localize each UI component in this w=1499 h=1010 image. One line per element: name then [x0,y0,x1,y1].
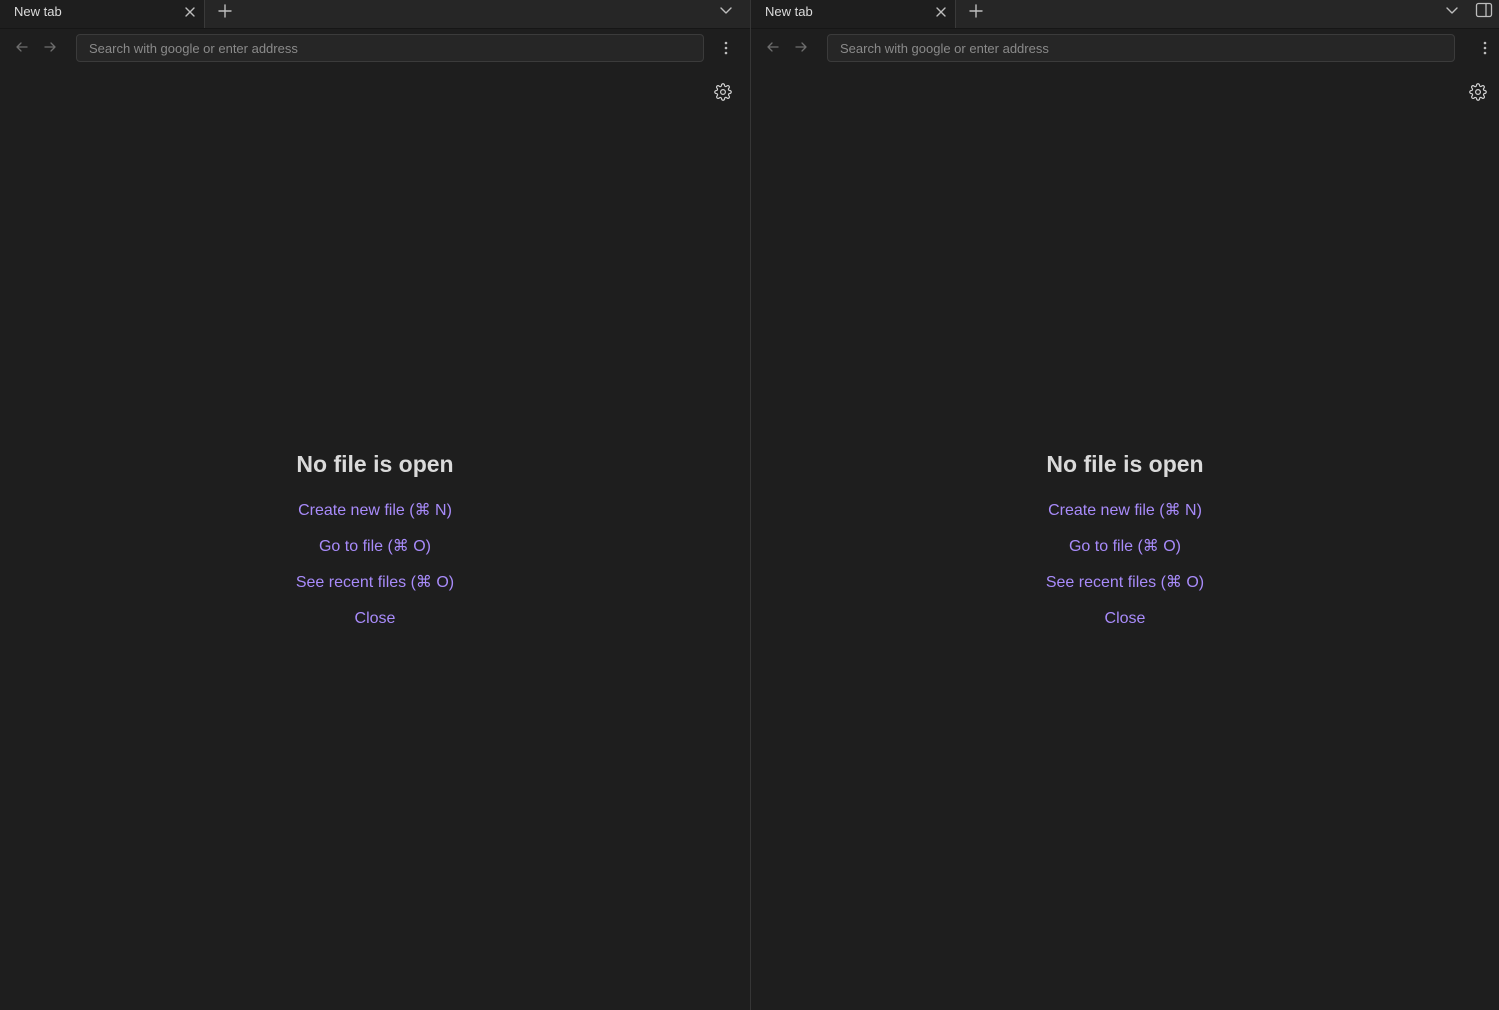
create-new-file-link[interactable]: Create new file (⌘ N) [1048,501,1202,521]
close-link[interactable]: Close [355,609,396,629]
go-to-file-link[interactable]: Go to file (⌘ O) [319,537,431,557]
app-window: New tab Search with google or enter addr… [0,0,1499,1010]
more-vertical-icon[interactable] [1478,40,1492,56]
close-icon[interactable] [933,4,949,20]
arrow-left-icon[interactable] [766,40,780,54]
empty-state-title: No file is open [296,451,454,477]
navigation-bar [0,29,750,68]
tab-label: New tab [14,4,62,19]
right-pane: New tab Search with google or enter addr… [751,0,1499,1010]
empty-state: No file is open Create new file (⌘ N) Go… [0,449,750,645]
left-pane: New tab Search with google or enter addr… [0,0,751,1010]
go-to-file-link[interactable]: Go to file (⌘ O) [1069,537,1181,557]
tab-label: New tab [765,4,813,19]
gear-icon[interactable] [714,83,732,101]
plus-icon[interactable] [217,3,233,19]
tab-new-tab[interactable]: New tab [0,0,205,28]
close-icon[interactable] [182,4,198,20]
more-vertical-icon[interactable] [719,40,733,56]
plus-icon[interactable] [968,3,984,19]
address-bar-input[interactable] [76,34,704,62]
arrow-right-icon[interactable] [43,40,57,54]
tab-new-tab[interactable]: New tab [751,0,956,28]
tab-bar: New tab [751,0,1499,29]
see-recent-files-link[interactable]: See recent files (⌘ O) [1046,573,1204,593]
address-bar-input[interactable] [827,34,1455,62]
sidebar-right-icon[interactable] [1475,1,1493,19]
gear-icon[interactable] [1469,83,1487,101]
see-recent-files-link[interactable]: See recent files (⌘ O) [296,573,454,593]
chevron-down-icon[interactable] [718,2,734,18]
close-link[interactable]: Close [1105,609,1146,629]
navigation-bar [751,29,1499,68]
create-new-file-link[interactable]: Create new file (⌘ N) [298,501,452,521]
empty-state-title: No file is open [1046,451,1204,477]
tab-bar: New tab [0,0,750,29]
arrow-left-icon[interactable] [15,40,29,54]
chevron-down-icon[interactable] [1444,2,1460,18]
empty-state: No file is open Create new file (⌘ N) Go… [751,449,1499,645]
arrow-right-icon[interactable] [794,40,808,54]
